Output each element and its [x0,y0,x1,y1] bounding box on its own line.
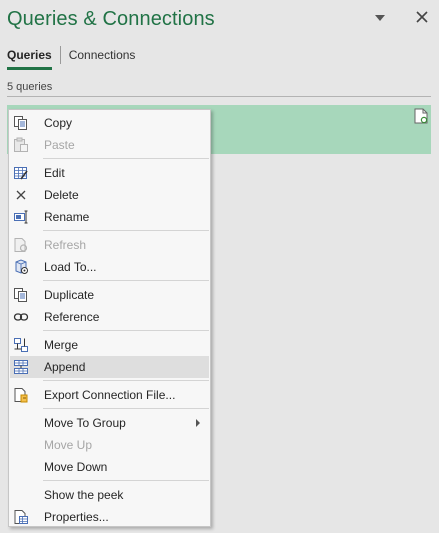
menu-separator [43,158,209,159]
menu-item-show-the-peek[interactable]: Show the peek [10,484,209,506]
load-to-icon [15,259,28,274]
menu-item-label: Move Down [44,460,108,474]
menu-item-label: Move Up [44,438,93,452]
menu-item-label: Refresh [44,238,87,252]
delete-x-icon [16,190,26,200]
menu-item-copy[interactable]: Copy [10,112,209,134]
menu-separator [43,280,209,281]
menu-item-reference[interactable]: Reference [10,306,209,328]
menu-item-delete[interactable]: Delete [10,184,209,206]
menu-item-rename[interactable]: Rename [10,206,209,228]
submenu-arrow-icon [196,419,200,427]
refresh-icon [14,238,28,252]
paste-icon [14,137,28,152]
divider [7,96,431,97]
menu-separator [43,408,209,409]
menu-item-export-connection-file[interactable]: Export Connection File... [10,384,209,406]
menu-item-label: Show the peek [44,488,124,502]
menu-item-label: Copy [44,116,73,130]
menu-separator [43,330,209,331]
menu-item-label: Merge [44,338,79,352]
menu-item-label: Delete [44,188,79,202]
menu-item-refresh[interactable]: Refresh [10,234,209,256]
close-icon[interactable] [415,10,429,24]
menu-item-move-to-group[interactable]: Move To Group [10,412,209,434]
menu-item-label: Reference [44,310,100,324]
menu-item-label: Load To... [44,260,97,274]
menu-item-load-to[interactable]: Load To... [10,256,209,278]
menu-item-label: Paste [44,138,75,152]
menu-item-move-down[interactable]: Move Down [10,456,209,478]
append-icon [14,360,28,374]
menu-separator [43,380,209,381]
duplicate-icon [14,288,27,302]
queries-count: 5 queries [7,81,53,93]
menu-item-label: Append [44,360,86,374]
menu-separator [43,480,209,481]
pane-tabs: Queries Connections [7,46,135,72]
context-menu: Copy Paste Edit Delete Rename Refresh Lo… [8,109,211,527]
edit-table-icon [14,167,28,180]
menu-item-merge[interactable]: Merge [10,334,209,356]
menu-item-label: Edit [44,166,65,180]
menu-item-move-up[interactable]: Move Up [10,434,209,456]
menu-item-label: Rename [44,210,90,224]
menu-separator [43,230,209,231]
menu-item-append[interactable]: Append [10,356,209,378]
menu-item-paste[interactable]: Paste [10,134,209,156]
merge-icon [14,338,28,352]
tab-connections[interactable]: Connections [61,46,136,72]
pane-title: Queries & Connections [7,8,215,30]
reference-link-icon [13,313,29,321]
query-document-refresh-icon [414,108,428,124]
menu-item-label: Duplicate [44,288,95,302]
pane-options-dropdown-icon[interactable] [374,12,386,24]
menu-item-edit[interactable]: Edit [10,162,209,184]
properties-icon [14,510,28,524]
menu-item-label: Export Connection File... [44,388,176,402]
menu-item-label: Properties... [44,510,109,524]
menu-item-duplicate[interactable]: Duplicate [10,284,209,306]
copy-icon [14,116,27,130]
menu-item-label: Move To Group [44,416,126,430]
export-file-icon [14,388,28,403]
rename-icon [14,210,28,224]
tab-queries[interactable]: Queries [7,46,60,72]
menu-item-properties[interactable]: Properties... [10,506,209,528]
